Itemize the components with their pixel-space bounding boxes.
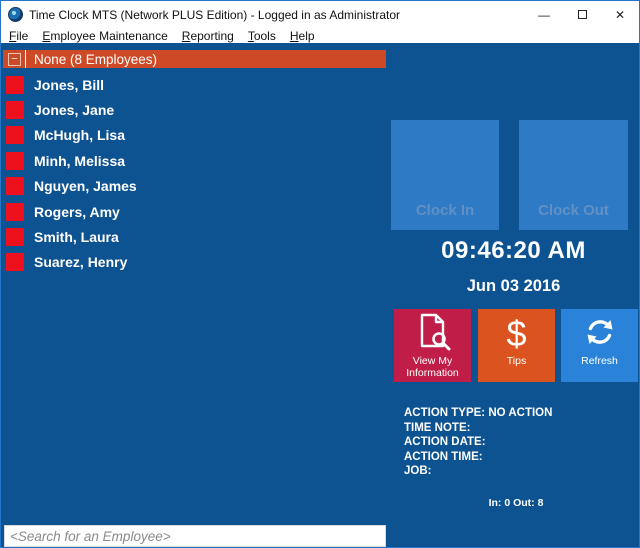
status-square-icon [6,228,24,247]
job-line: JOB: [404,465,432,478]
close-button[interactable]: ✕ [601,1,639,28]
employee-name: Minh, Melissa [34,152,126,169]
menu-bar: File Employee Maintenance Reporting Tool… [1,28,639,43]
action-status-panel: ACTION TYPE: NO ACTION TIME NOTE: ACTION… [404,406,634,479]
dollar-icon: $ [506,313,527,354]
refresh-button[interactable]: Refresh [561,309,638,382]
time-note-line: TIME NOTE: [404,421,471,434]
in-out-summary: In: 0 Out: 8 [488,497,544,509]
employee-name: Nguyen, James [34,178,137,195]
clock-out-label: Clock Out [538,202,609,219]
employee-row[interactable]: McHugh, Lisa [1,123,386,148]
maximize-icon [577,10,587,19]
employee-row[interactable]: Suarez, Henry [1,250,386,275]
clock-in-button[interactable]: Clock In [391,120,499,230]
employee-row[interactable]: Jones, Jane [1,97,386,122]
status-square-icon [6,101,24,120]
menu-reporting[interactable]: Reporting [175,29,241,43]
employee-row[interactable]: Nguyen, James [1,174,386,199]
employee-row[interactable]: Minh, Melissa [1,148,386,173]
group-label: None (8 Employees) [34,51,158,67]
menu-tools[interactable]: Tools [241,29,283,43]
employee-name: Rogers, Amy [34,203,120,220]
status-square-icon [6,202,24,221]
employee-row[interactable]: Smith, Laura [1,224,386,249]
employee-group-header[interactable]: − None (8 Employees) [3,50,386,68]
status-square-icon [6,151,24,170]
status-square-icon [6,126,24,145]
document-search-icon [414,309,452,355]
clock-out-button[interactable]: Clock Out [519,120,628,230]
title-bar: Time Clock MTS (Network PLUS Edition) - … [1,1,639,28]
employee-list: Jones, Bill Jones, Jane McHugh, Lisa Min… [1,72,386,275]
refresh-icon [580,309,620,355]
view-my-information-button[interactable]: View My Information [394,309,471,382]
menu-employee-maintenance[interactable]: Employee Maintenance [35,29,174,43]
action-date-line: ACTION DATE: [404,436,486,449]
view-my-information-label: View My Information [406,355,459,379]
tips-label: Tips [506,355,527,367]
minimize-button[interactable]: — [525,1,563,28]
search-input[interactable] [4,525,386,547]
employee-name: McHugh, Lisa [34,127,126,144]
employee-name: Jones, Jane [34,102,115,119]
clock-app-icon [8,7,23,22]
employee-row[interactable]: Jones, Bill [1,72,386,97]
collapse-toggle-icon[interactable]: − [8,52,21,66]
app-window: Time Clock MTS (Network PLUS Edition) - … [0,0,640,548]
status-square-icon [6,253,24,272]
action-time-line: ACTION TIME: [404,450,483,463]
employee-name: Suarez, Henry [34,254,128,271]
action-type-line: ACTION TYPE: NO ACTION [404,407,553,419]
tips-button[interactable]: $ Tips [478,309,555,382]
current-time: 09:46:20 AM [441,237,586,264]
status-square-icon [6,177,24,196]
window-title: Time Clock MTS (Network PLUS Edition) - … [29,7,401,22]
clock-in-label: Clock In [415,202,475,219]
maximize-button[interactable] [563,1,601,28]
refresh-label: Refresh [581,355,618,367]
group-separator [25,50,26,68]
window-controls: — ✕ [525,1,639,28]
menu-file[interactable]: File [2,29,35,43]
status-square-icon [6,75,24,94]
employee-name: Jones, Bill [34,76,105,93]
current-date: Jun 03 2016 [466,277,561,295]
menu-help[interactable]: Help [283,29,322,43]
employee-name: Smith, Laura [34,229,119,246]
employee-row[interactable]: Rogers, Amy [1,199,386,224]
